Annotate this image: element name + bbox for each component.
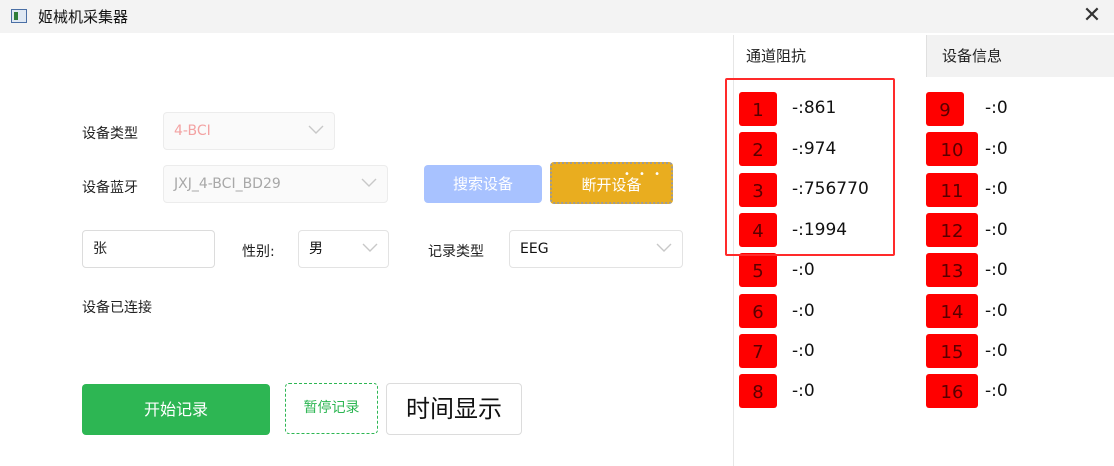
gender-value: 男 xyxy=(309,241,323,257)
app-icon xyxy=(11,9,27,23)
channel-6-badge: 6 xyxy=(739,294,777,328)
device-bluetooth-select[interactable]: JXJ_4-BCI_BD29 xyxy=(163,165,388,203)
close-icon[interactable]: ✕ xyxy=(1078,2,1106,30)
device-bluetooth-label: 设备蓝牙 xyxy=(82,180,138,196)
pause-record-button[interactable]: 暂停记录 xyxy=(285,383,378,434)
channel-14-badge: 14 xyxy=(926,294,978,328)
channel-12-badge: 12 xyxy=(926,213,978,247)
channel-11-value: -:0 xyxy=(985,179,1008,199)
channel-13-badge: 13 xyxy=(926,253,978,287)
window-title: 姬械机采集器 xyxy=(38,8,129,26)
tab-device-info[interactable]: 设备信息 xyxy=(926,35,1114,77)
channel-3-value: -:756770 xyxy=(792,179,869,199)
channel-1-value: -:861 xyxy=(792,98,837,118)
channel-8-badge: 8 xyxy=(739,374,777,408)
device-bluetooth-value: JXJ_4-BCI_BD29 xyxy=(174,176,281,192)
chevron-down-icon xyxy=(308,125,324,134)
channel-1-badge: 1 xyxy=(739,92,777,126)
tab-channel-impedance[interactable]: 通道阻抗 xyxy=(734,35,926,77)
channel-4-value: -:1994 xyxy=(792,220,848,240)
chevron-down-icon xyxy=(362,243,378,252)
device-type-value: 4-BCI xyxy=(174,123,211,139)
channel-7-badge: 7 xyxy=(739,334,777,368)
time-display-button[interactable]: 时间显示 xyxy=(386,383,522,435)
device-type-select[interactable]: 4-BCI xyxy=(163,112,335,150)
record-type-label: 记录类型 xyxy=(428,244,484,260)
gender-select[interactable]: 男 xyxy=(298,230,389,268)
name-input[interactable]: 张 xyxy=(82,230,215,268)
channel-7-value: -:0 xyxy=(792,341,815,361)
channel-14-value: -:0 xyxy=(985,301,1008,321)
channel-10-badge: 10 xyxy=(926,132,978,166)
channel-5-value: -:0 xyxy=(792,260,815,280)
channel-11-badge: 11 xyxy=(926,173,978,207)
channel-8-value: -:0 xyxy=(792,381,815,401)
chevron-down-icon xyxy=(656,243,672,252)
channel-6-value: -:0 xyxy=(792,301,815,321)
gender-label: 性别: xyxy=(242,244,275,260)
channel-3-badge: 3 xyxy=(739,173,777,207)
record-type-value: EEG xyxy=(520,241,549,257)
chevron-down-icon xyxy=(361,178,377,187)
title-bar: 姬械机采集器 ✕ xyxy=(0,0,1114,33)
impedance-panel: 通道阻抗 设备信息 xyxy=(733,35,1114,466)
device-type-label: 设备类型 xyxy=(82,126,138,142)
channel-16-badge: 16 xyxy=(926,374,978,408)
channel-12-value: -:0 xyxy=(985,220,1008,240)
channel-2-badge: 2 xyxy=(739,132,777,166)
sparkle-decoration: • • • xyxy=(623,169,663,180)
start-record-button[interactable]: 开始记录 xyxy=(82,384,270,435)
channel-10-value: -:0 xyxy=(985,139,1008,159)
channel-2-value: -:974 xyxy=(792,139,837,159)
channel-15-value: -:0 xyxy=(985,341,1008,361)
channel-9-badge: 9 xyxy=(926,92,964,126)
channel-9-value: -:0 xyxy=(985,98,1008,118)
search-device-button[interactable]: 搜索设备 xyxy=(424,165,542,203)
channel-15-badge: 15 xyxy=(926,334,978,368)
channel-4-badge: 4 xyxy=(739,213,777,247)
channel-16-value: -:0 xyxy=(985,381,1008,401)
channel-5-badge: 5 xyxy=(739,253,777,287)
disconnect-device-button[interactable]: 断开设备 • • • xyxy=(550,162,673,204)
connection-status-text: 设备已连接 xyxy=(82,300,152,316)
channel-13-value: -:0 xyxy=(985,260,1008,280)
tab-bar: 通道阻抗 设备信息 xyxy=(734,35,1114,77)
record-type-select[interactable]: EEG xyxy=(509,230,683,268)
